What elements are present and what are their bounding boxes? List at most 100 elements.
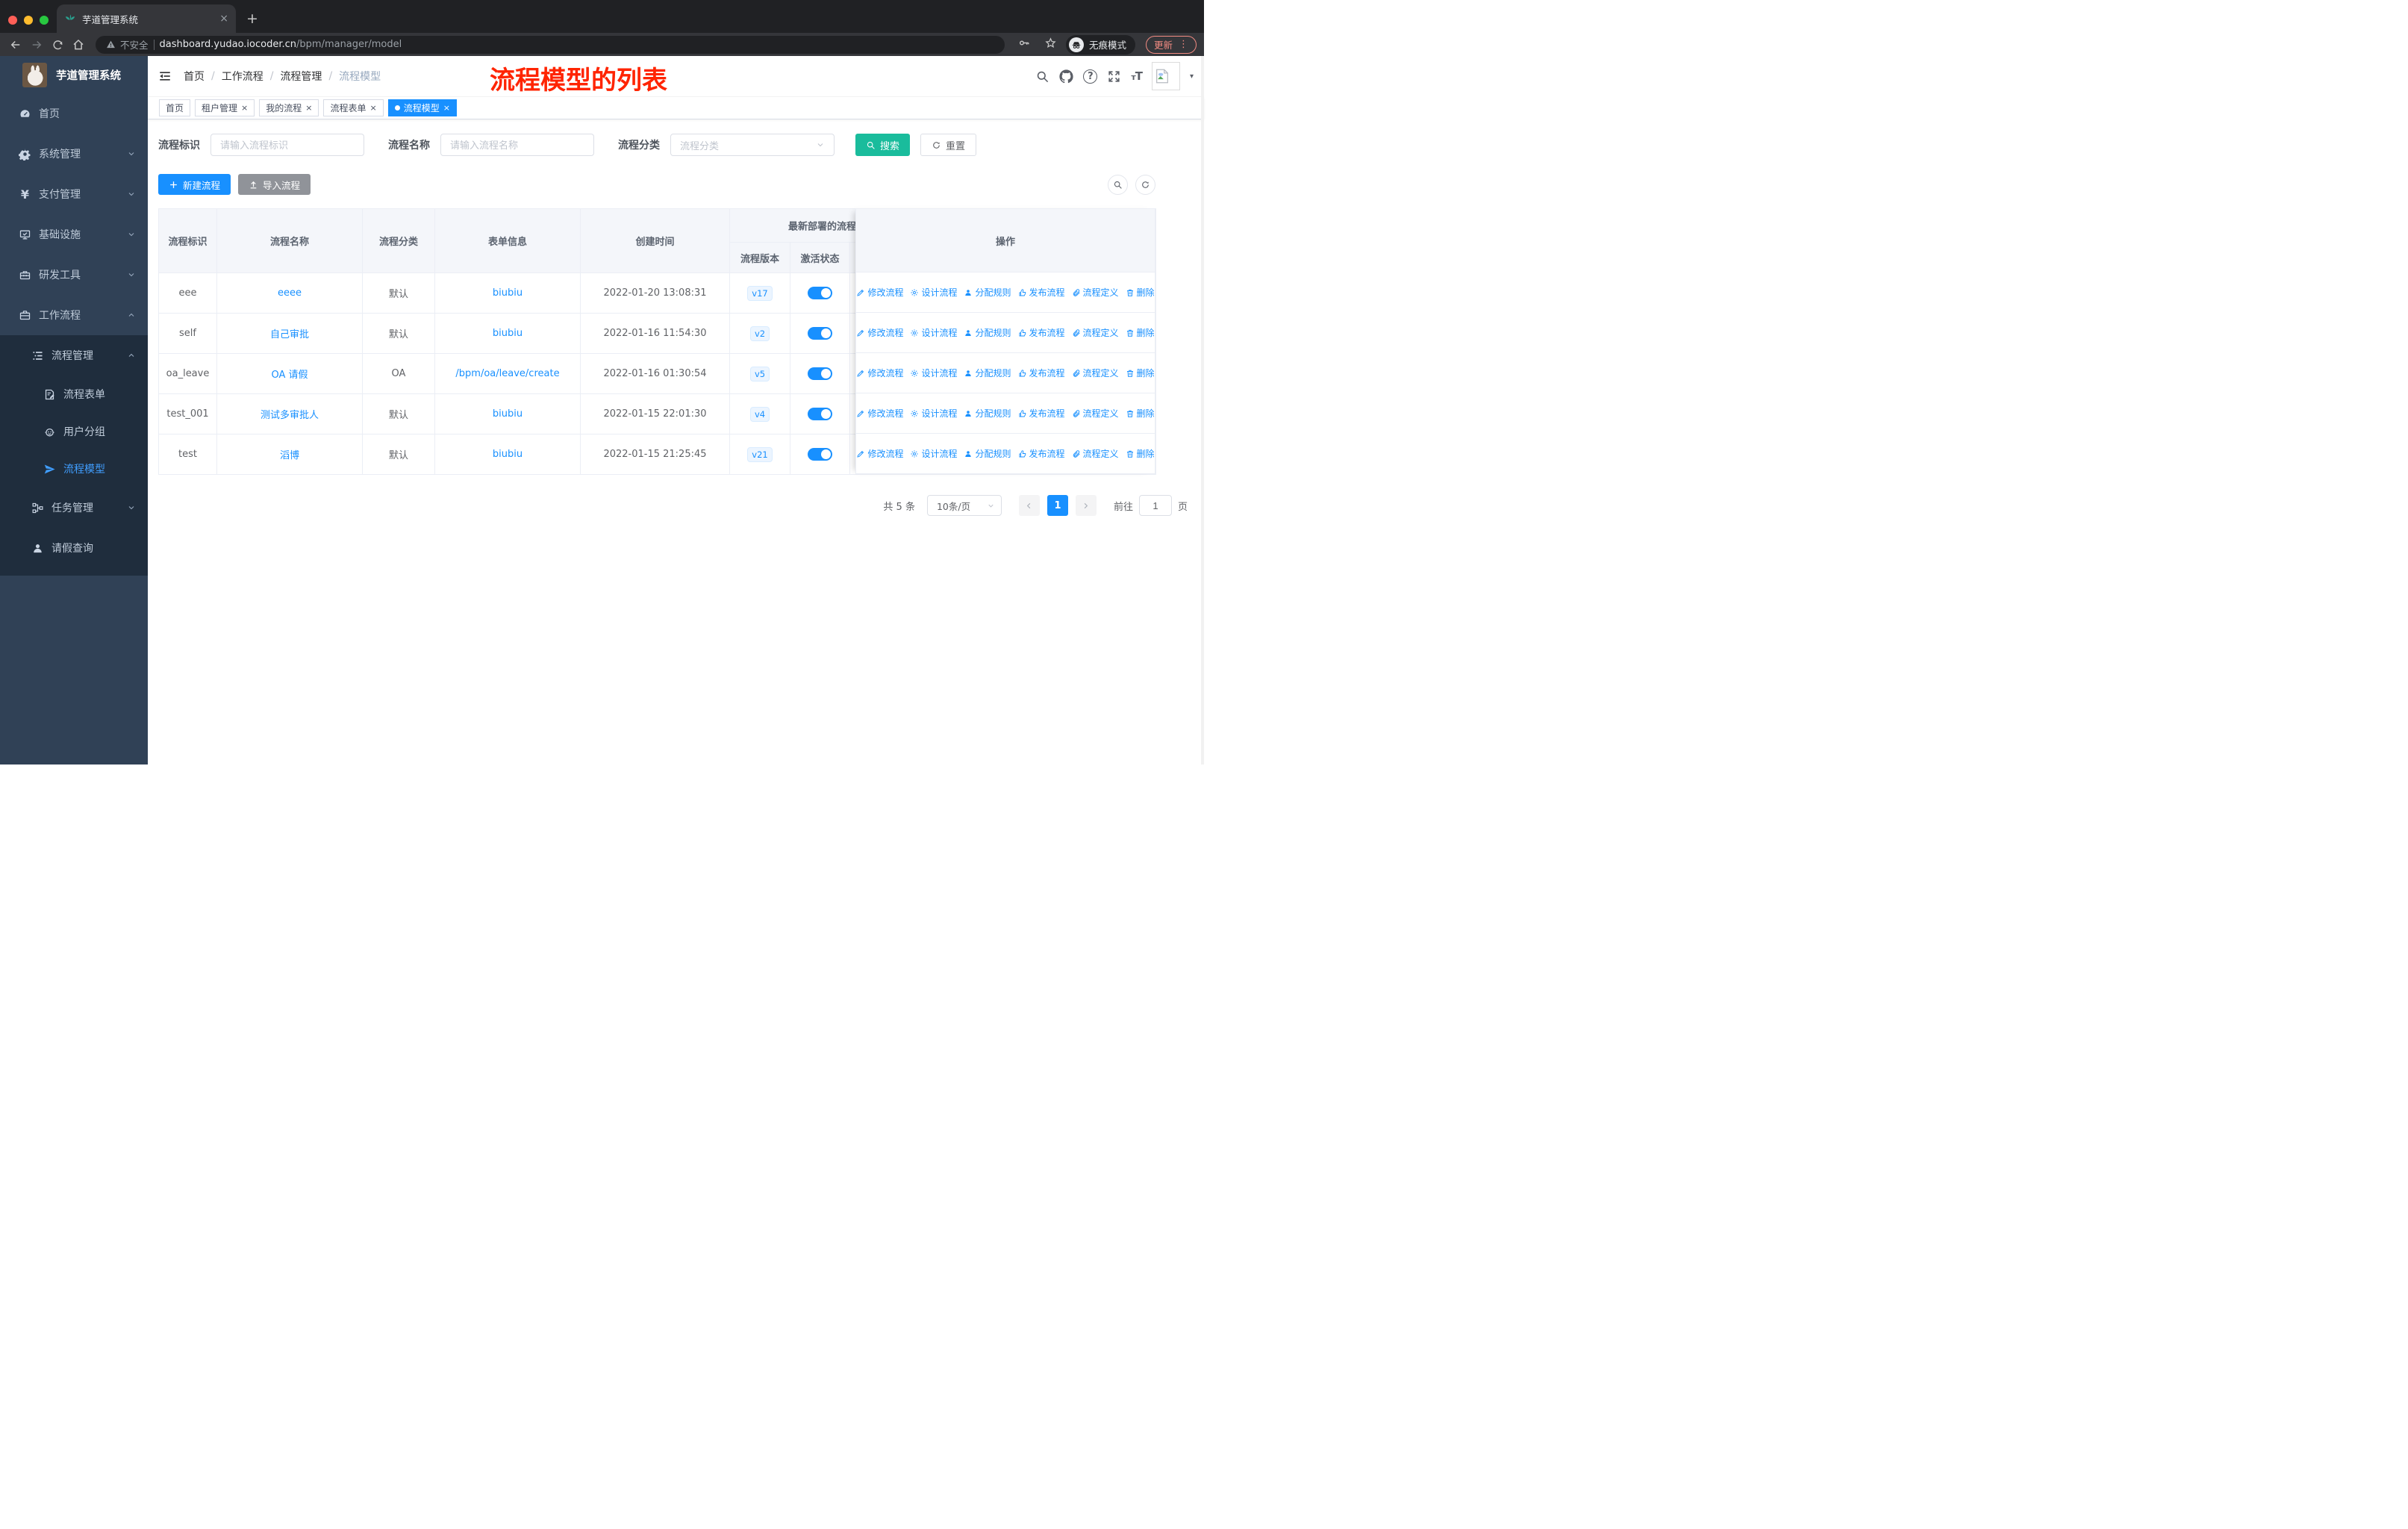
assign-rule-link[interactable]: 分配规则 xyxy=(964,326,1011,339)
active-toggle[interactable] xyxy=(808,448,832,461)
process-definition-link[interactable]: 流程定义 xyxy=(1072,286,1119,299)
active-toggle[interactable] xyxy=(808,367,832,380)
process-category-select[interactable]: 流程分类 xyxy=(670,134,835,156)
process-definition-link[interactable]: 流程定义 xyxy=(1072,326,1119,339)
browser-menu-icon[interactable]: ⋮ xyxy=(1179,39,1188,50)
assign-rule-link[interactable]: 分配规则 xyxy=(964,367,1011,379)
assign-rule-link[interactable]: 分配规则 xyxy=(964,447,1011,460)
version-badge[interactable]: v2 xyxy=(749,326,770,341)
form-info-link[interactable]: biubiu xyxy=(493,408,523,420)
version-badge[interactable]: v5 xyxy=(749,366,770,382)
sidebar-item-payment[interactable]: ¥ 支付管理 xyxy=(0,174,148,214)
tag-tenant[interactable]: 租户管理 × xyxy=(195,99,255,116)
modify-process-link[interactable]: 修改流程 xyxy=(856,447,903,460)
design-process-link[interactable]: 设计流程 xyxy=(910,286,957,299)
process-name-link[interactable]: eeee xyxy=(278,287,302,299)
tag-process-model[interactable]: 流程模型 × xyxy=(387,99,457,116)
design-process-link[interactable]: 设计流程 xyxy=(910,367,957,379)
address-bar[interactable]: 不安全 dashboard.yudao.iocoder.cn/bpm/manag… xyxy=(96,35,1005,54)
avatar-caret-down-icon[interactable]: ▾ xyxy=(1190,72,1194,81)
process-definition-link[interactable]: 流程定义 xyxy=(1072,407,1119,420)
browser-tab[interactable]: 芋道管理系统 × xyxy=(57,4,236,33)
sidebar-item-workflow[interactable]: 工作流程 xyxy=(0,295,148,335)
process-definition-link[interactable]: 流程定义 xyxy=(1072,447,1119,460)
search-button[interactable]: 搜索 xyxy=(855,134,911,156)
sidebar-item-task-mgmt[interactable]: 任务管理 xyxy=(0,488,148,528)
help-icon[interactable]: ? xyxy=(1083,69,1098,84)
reload-button[interactable] xyxy=(49,37,66,52)
bookmark-star-icon[interactable] xyxy=(1044,37,1057,52)
sidebar-item-infra[interactable]: 基础设施 xyxy=(0,214,148,255)
process-name-link[interactable]: OA 请假 xyxy=(271,370,308,381)
delete-process-link[interactable]: 删除 xyxy=(1126,407,1155,420)
tag-my-process[interactable]: 我的流程 × xyxy=(259,99,319,116)
modify-process-link[interactable]: 修改流程 xyxy=(856,367,903,379)
goto-page-input[interactable] xyxy=(1138,495,1172,516)
version-badge[interactable]: v4 xyxy=(749,406,770,422)
user-avatar[interactable] xyxy=(1151,62,1180,90)
prev-page-button[interactable] xyxy=(1018,495,1040,516)
tag-home[interactable]: 首页 xyxy=(159,99,191,116)
publish-process-link[interactable]: 发布流程 xyxy=(1018,286,1065,299)
active-toggle[interactable] xyxy=(808,408,832,420)
active-toggle[interactable] xyxy=(808,327,832,340)
version-badge[interactable]: v21 xyxy=(747,446,773,462)
process-name-link[interactable]: 自己审批 xyxy=(270,329,309,340)
modify-process-link[interactable]: 修改流程 xyxy=(856,407,903,420)
sidebar-item-process-form[interactable]: 流程表单 xyxy=(0,376,148,413)
version-badge[interactable]: v17 xyxy=(747,285,773,301)
sidebar-item-system[interactable]: 系统管理 xyxy=(0,134,148,174)
form-info-link[interactable]: biubiu xyxy=(493,328,523,339)
refresh-table-button[interactable] xyxy=(1135,174,1155,195)
show-search-button[interactable] xyxy=(1108,174,1128,195)
process-name-input[interactable] xyxy=(440,134,594,156)
form-info-link[interactable]: biubiu xyxy=(493,449,523,460)
tag-close-icon[interactable]: × xyxy=(443,103,450,113)
assign-rule-link[interactable]: 分配规则 xyxy=(964,286,1011,299)
font-size-icon[interactable]: тT xyxy=(1131,69,1143,83)
sidebar-item-leave-query[interactable]: 请假查询 xyxy=(0,528,148,568)
close-window-button[interactable] xyxy=(8,16,17,25)
publish-process-link[interactable]: 发布流程 xyxy=(1018,326,1065,339)
modify-process-link[interactable]: 修改流程 xyxy=(856,286,903,299)
sidebar-item-process-mgmt[interactable]: 流程管理 xyxy=(0,335,148,376)
search-icon[interactable] xyxy=(1035,69,1049,84)
next-page-button[interactable] xyxy=(1075,495,1097,516)
sidebar-fold-icon[interactable] xyxy=(158,69,172,83)
import-process-button[interactable]: 导入流程 xyxy=(238,174,311,195)
assign-rule-link[interactable]: 分配规则 xyxy=(964,407,1011,420)
sidebar-item-devtools[interactable]: 研发工具 xyxy=(0,255,148,295)
process-key-input[interactable] xyxy=(210,134,364,156)
sidebar-logo[interactable]: 芋道管理系统 xyxy=(0,56,148,93)
create-process-button[interactable]: 新建流程 xyxy=(158,174,231,195)
security-warning[interactable]: 不安全 xyxy=(106,37,149,52)
design-process-link[interactable]: 设计流程 xyxy=(910,407,957,420)
active-toggle[interactable] xyxy=(808,287,832,299)
reset-button[interactable]: 重置 xyxy=(920,134,977,156)
delete-process-link[interactable]: 删除 xyxy=(1126,447,1155,460)
current-page-button[interactable]: 1 xyxy=(1047,495,1068,516)
back-button[interactable] xyxy=(7,37,24,52)
sidebar-item-user-group[interactable]: 用户分组 xyxy=(0,413,148,450)
sidebar-item-home[interactable]: 首页 xyxy=(0,93,148,134)
fullscreen-icon[interactable] xyxy=(1107,69,1121,84)
page-size-select[interactable]: 10条/页 xyxy=(926,495,1002,516)
breadcrumb-home[interactable]: 首页 xyxy=(184,69,205,84)
publish-process-link[interactable]: 发布流程 xyxy=(1018,367,1065,379)
page-scrollbar[interactable] xyxy=(1201,56,1204,764)
form-info-link[interactable]: biubiu xyxy=(493,287,523,299)
delete-process-link[interactable]: 删除 xyxy=(1126,367,1155,379)
process-definition-link[interactable]: 流程定义 xyxy=(1072,367,1119,379)
tag-close-icon[interactable]: × xyxy=(370,103,377,113)
publish-process-link[interactable]: 发布流程 xyxy=(1018,407,1065,420)
password-key-icon[interactable] xyxy=(1018,37,1031,52)
delete-process-link[interactable]: 删除 xyxy=(1126,286,1155,299)
tag-close-icon[interactable]: × xyxy=(305,103,312,113)
breadcrumb-process-mgmt[interactable]: 流程管理 xyxy=(280,69,322,84)
publish-process-link[interactable]: 发布流程 xyxy=(1018,447,1065,460)
chrome-update-button[interactable]: 更新 ⋮ xyxy=(1145,35,1197,54)
minimize-window-button[interactable] xyxy=(24,16,33,25)
process-name-link[interactable]: 滔博 xyxy=(280,450,299,461)
forward-button[interactable] xyxy=(28,37,45,52)
new-tab-button[interactable]: + xyxy=(246,10,258,27)
